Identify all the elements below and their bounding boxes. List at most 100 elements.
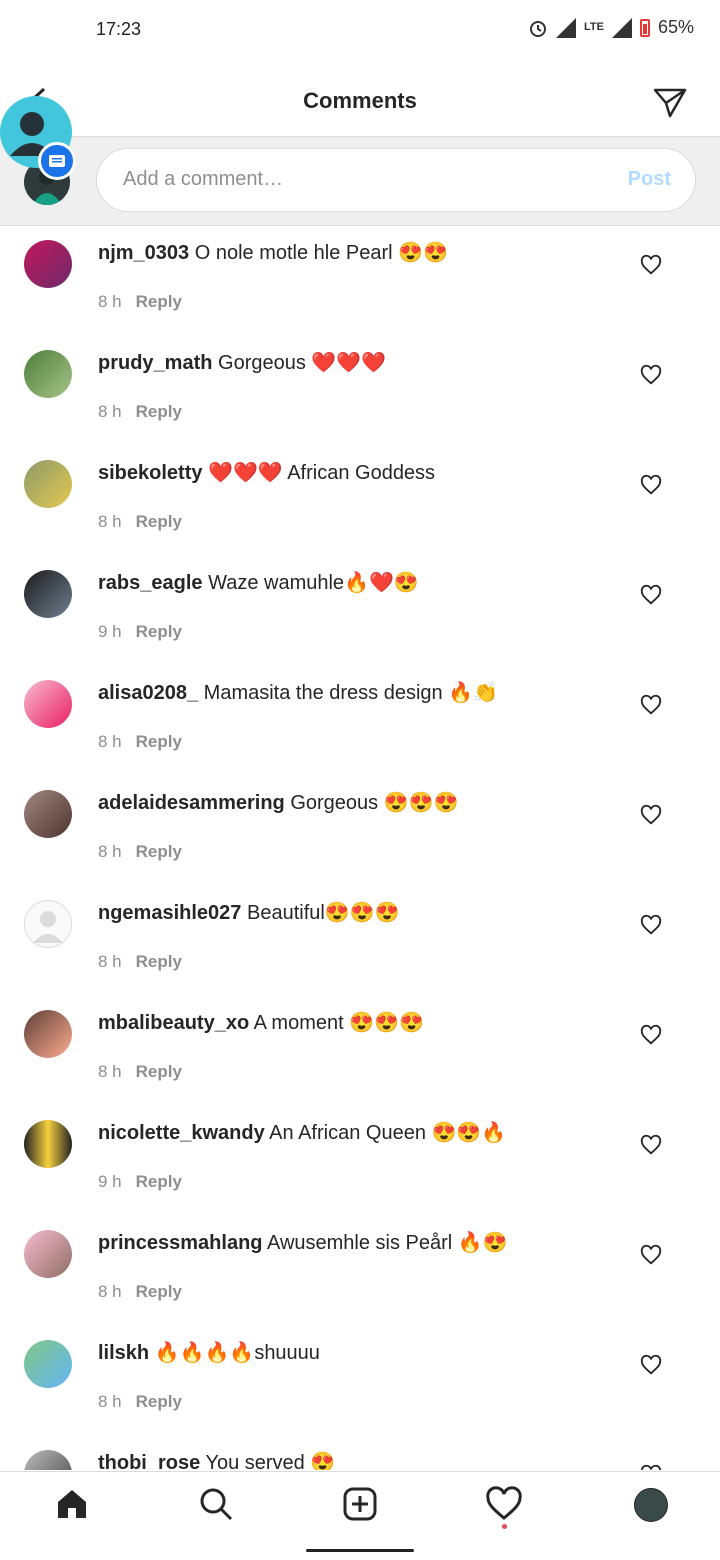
alarm-icon (530, 20, 546, 37)
add-post-icon[interactable] (340, 1484, 380, 1524)
heart-icon[interactable] (640, 364, 662, 386)
chat-head-bubble[interactable] (0, 96, 76, 182)
comments-list[interactable]: njm_0303 O nole motle hle Pearl 😍😍 8 h Re… (0, 226, 720, 1470)
heart-icon[interactable] (640, 1244, 662, 1266)
comment-time: 8 h (98, 952, 122, 971)
default-avatar[interactable] (24, 900, 72, 948)
reply-button[interactable]: Reply (136, 732, 182, 751)
comment-body: Mamasita the dress design 🔥👏 (203, 682, 499, 704)
reply-button[interactable]: Reply (136, 1392, 182, 1411)
status-icons: LTE 65% (528, 17, 694, 38)
comment-meta: 8 h Reply (98, 732, 182, 752)
avatar[interactable] (24, 350, 72, 398)
comment-text: njm_0303 O nole motle hle Pearl 😍😍 (98, 240, 448, 265)
comment-item: mbalibeauty_xo A moment 😍😍😍 8 h Reply (0, 996, 720, 1106)
comment-username[interactable]: princessmahlang (98, 1232, 263, 1254)
comment-item: prudy_math Gorgeous ❤️❤️❤️ 8 h Reply (0, 336, 720, 446)
comment-username[interactable]: rabs_eagle (98, 572, 203, 594)
comment-username[interactable]: prudy_math (98, 352, 212, 374)
avatar[interactable] (24, 460, 72, 508)
reply-button[interactable]: Reply (136, 622, 182, 641)
comment-item: princessmahlang Awusemhle sis Peårl 🔥😍 8… (0, 1216, 720, 1326)
page-title: Comments (303, 88, 417, 113)
comment-username[interactable]: alisa0208_ (98, 682, 198, 704)
comment-username[interactable]: ngemasihle027 (98, 902, 241, 924)
avatar[interactable] (24, 1230, 72, 1278)
comment-username[interactable]: adelaidesammering (98, 792, 285, 814)
comments-header: Comments (0, 64, 720, 137)
reply-button[interactable]: Reply (136, 952, 182, 971)
reply-button[interactable]: Reply (136, 512, 182, 531)
signal-icon-2 (611, 17, 632, 38)
comment-meta: 8 h Reply (98, 512, 182, 532)
comment-time: 9 h (98, 622, 122, 641)
comment-meta: 9 h Reply (98, 622, 182, 642)
profile-avatar[interactable] (634, 1488, 668, 1522)
battery-icon (639, 18, 650, 37)
heart-icon[interactable] (640, 474, 662, 496)
reply-button[interactable]: Reply (136, 292, 182, 311)
comment-text: lilskh 🔥🔥🔥🔥shuuuu (98, 1340, 320, 1365)
comment-body: O nole motle hle Pearl 😍😍 (194, 242, 448, 264)
comment-text: ngemasihle027 Beautiful😍😍😍 (98, 900, 400, 925)
comment-item: adelaidesammering Gorgeous 😍😍😍 8 h Reply (0, 776, 720, 886)
avatar[interactable] (24, 1010, 72, 1058)
comment-meta: 9 h Reply (98, 1172, 182, 1192)
comment-body: A moment 😍😍😍 (253, 1012, 424, 1034)
heart-icon[interactable] (640, 804, 662, 826)
heart-icon[interactable] (640, 584, 662, 606)
comment-username[interactable]: nicolette_kwandy (98, 1122, 265, 1144)
avatar[interactable] (24, 570, 72, 618)
avatar[interactable] (24, 1340, 72, 1388)
comment-item: rabs_eagle Waze wamuhle🔥❤️😍 9 h Reply (0, 556, 720, 666)
comment-box: Post (96, 148, 696, 212)
reply-button[interactable]: Reply (136, 1062, 182, 1081)
comment-time: 8 h (98, 842, 122, 861)
heart-icon[interactable] (640, 1464, 662, 1470)
avatar[interactable] (24, 240, 72, 288)
heart-icon[interactable] (640, 914, 662, 936)
heart-icon[interactable] (640, 1024, 662, 1046)
comment-item: njm_0303 O nole motle hle Pearl 😍😍 8 h Re… (0, 226, 720, 336)
comment-username[interactable]: njm_0303 (98, 242, 189, 264)
comment-meta: 8 h Reply (98, 402, 182, 422)
heart-icon[interactable] (640, 1354, 662, 1376)
reply-button[interactable]: Reply (136, 402, 182, 421)
heart-icon[interactable] (640, 254, 662, 276)
avatar[interactable] (24, 680, 72, 728)
post-button[interactable]: Post (628, 168, 671, 191)
signal-icon (556, 17, 576, 38)
comment-username[interactable]: lilskh (98, 1342, 149, 1364)
comment-item: lilskh 🔥🔥🔥🔥shuuuu 8 h Reply (0, 1326, 720, 1436)
gesture-bar (306, 1549, 414, 1552)
send-icon[interactable] (652, 84, 688, 120)
avatar[interactable] (24, 1450, 72, 1470)
avatar[interactable] (24, 1120, 72, 1168)
comment-body: You served 😍 (205, 1452, 336, 1470)
comment-body: Gorgeous 😍😍😍 (290, 792, 459, 814)
comment-meta: 8 h Reply (98, 952, 182, 972)
avatar[interactable] (24, 790, 72, 838)
comment-text: thobi_rose You served 😍 (98, 1450, 335, 1470)
comment-time: 8 h (98, 1282, 122, 1301)
comment-username[interactable]: thobi_rose (98, 1452, 200, 1470)
reply-button[interactable]: Reply (136, 1172, 182, 1191)
bottom-tab-bar (0, 1471, 720, 1536)
comment-username[interactable]: mbalibeauty_xo (98, 1012, 249, 1034)
search-icon[interactable] (196, 1484, 236, 1524)
reply-button[interactable]: Reply (136, 842, 182, 861)
battery-percent: 65% (657, 17, 694, 37)
comment-item: alisa0208_ Mamasita the dress design 🔥👏 … (0, 666, 720, 776)
heart-icon[interactable] (640, 694, 662, 716)
comment-username[interactable]: sibekoletty (98, 462, 202, 484)
reply-button[interactable]: Reply (136, 1282, 182, 1301)
comment-text: adelaidesammering Gorgeous 😍😍😍 (98, 790, 458, 815)
home-icon[interactable] (52, 1484, 92, 1524)
heart-icon[interactable] (640, 1134, 662, 1156)
comment-item: thobi_rose You served 😍 (0, 1436, 720, 1470)
comment-time: 8 h (98, 512, 122, 531)
activity-heart-icon[interactable] (484, 1484, 524, 1524)
comment-body: Gorgeous ❤️❤️❤️ (218, 352, 387, 374)
comment-time: 8 h (98, 292, 122, 311)
comment-input[interactable] (121, 167, 585, 192)
